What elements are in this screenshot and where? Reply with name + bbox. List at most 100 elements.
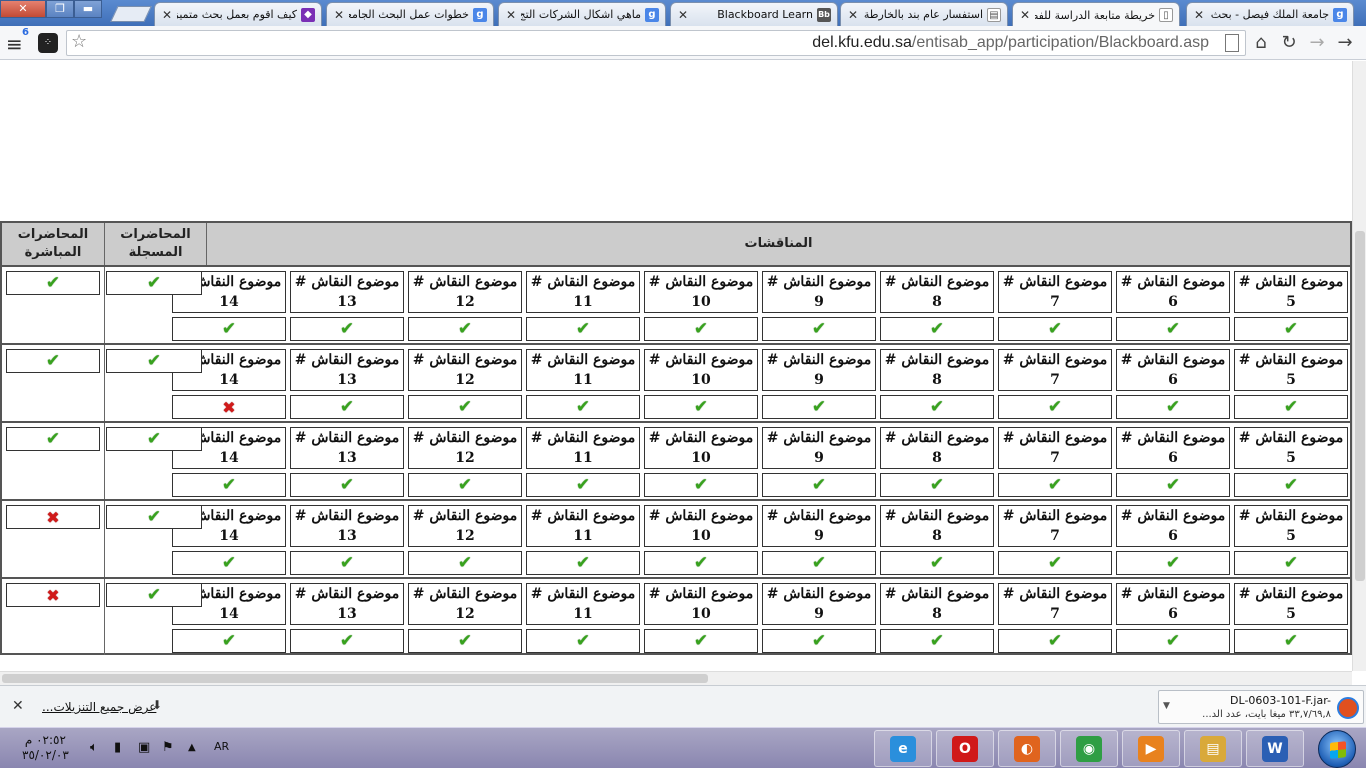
topic-status-cell: ✔ (1116, 629, 1230, 653)
topic-label: موضوع النقاش # 12 (412, 274, 518, 310)
action-center-icon[interactable]: ⚑ (162, 740, 174, 755)
topic-label-cell: موضوع النقاش # 5 (1234, 427, 1348, 469)
taskbar-app-chrome[interactable]: ◉ (1060, 730, 1118, 767)
device-icon[interactable]: ▣ (138, 740, 150, 755)
window-minimize-button[interactable]: ▬ (74, 0, 102, 18)
bookmark-star-icon[interactable]: ☆ (71, 31, 87, 52)
check-icon: ✔ (929, 475, 945, 495)
topic-label-cell: موضوع النقاش # 7 (998, 505, 1112, 547)
topic-label: موضوع النقاش # 13 (294, 430, 400, 466)
show-hidden-icons-icon[interactable]: ▲ (188, 742, 196, 753)
topic-label: موضوع النقاش # 6 (1120, 430, 1226, 466)
taskbar-app-explorer[interactable]: ▤ (1184, 730, 1242, 767)
taskbar-app-opera[interactable]: O (936, 730, 994, 767)
topic-label: موضوع النقاش # 10 (648, 508, 754, 544)
address-bar[interactable]: ☆ del.kfu.edu.sa/entisab_app/participati… (66, 30, 1246, 56)
participation-row: موضوع النقاش # 5 ✔ موضوع النقاش # 6 ✔ موضوع … (2, 265, 1350, 343)
window-maximize-button[interactable]: ❐ (46, 0, 74, 18)
forward-icon[interactable]: → (1306, 32, 1328, 54)
check-icon: ✔ (1283, 631, 1299, 651)
menu-badge: 6 (22, 27, 29, 38)
download-status: ٣٣,٧/٦٩,٨ ميغا بايت، عدد الد... (1202, 709, 1331, 720)
system-clock[interactable]: ٠٢:٥٢ م ٣٥/٠٢/٠٣ (22, 733, 69, 763)
show-all-downloads-link[interactable]: عرض جميع التنزيلات... (42, 700, 156, 714)
tab-kfu-search[interactable]: g جامعة الملك فيصل - بحث ع ✕ (1186, 2, 1354, 26)
tab-inquiry[interactable]: ▤ استفسار عام بند بالخارطة ✕ (840, 2, 1008, 26)
check-icon: ✔ (1165, 631, 1181, 651)
restore-icon: ❐ (55, 2, 65, 15)
tab-close-icon[interactable]: ✕ (1019, 8, 1031, 22)
taskbar-app-internet-explorer[interactable]: e (874, 730, 932, 767)
url-host: del.kfu.edu.sa (812, 34, 912, 51)
topic-label-cell: موضوع النقاش # 10 (644, 505, 758, 547)
tab-close-icon[interactable]: ✕ (333, 8, 345, 22)
volume-icon[interactable]: 🔈︎ (90, 740, 98, 755)
page-info-icon[interactable] (1225, 34, 1239, 52)
topic-status-cell: ✔ (408, 629, 522, 653)
network-icon[interactable]: ▮ (114, 740, 121, 755)
url-path: /entisab_app/participation/Blackboard.as… (911, 34, 1209, 51)
check-icon: ✔ (339, 397, 355, 417)
participation-row: موضوع النقاش # 5 ✔ موضوع النقاش # 6 ✔ موضوع … (2, 499, 1350, 577)
tab-study-map[interactable]: ▯ خريطة متابعة الدراسة للفص ✕ (1012, 2, 1180, 27)
tab-close-icon[interactable]: ✕ (161, 8, 173, 22)
topic-label: موضوع النقاش # 6 (1120, 508, 1226, 544)
check-icon: ✔ (457, 397, 473, 417)
topic-label: موضوع النقاش # 12 (412, 586, 518, 622)
topic-label-cell: موضوع النقاش # 12 (408, 583, 522, 625)
blackberry-extension-icon[interactable]: ⁘ (38, 33, 58, 53)
url-text[interactable]: del.kfu.edu.sa/entisab_app/participation… (812, 34, 1209, 52)
topic-label-cell: موضوع النقاش # 9 (762, 505, 876, 547)
topic-label: موضوع النقاش # 8 (884, 586, 990, 622)
check-icon: ✔ (339, 631, 355, 651)
tab-close-icon[interactable]: ✕ (505, 8, 517, 22)
live-status-cell: ✔ (6, 427, 100, 451)
vertical-scrollbar[interactable] (1352, 61, 1366, 671)
tab-research-steps[interactable]: g خطوات عمل البحث الجامعي ✕ (326, 2, 494, 26)
tab-close-icon[interactable]: ✕ (847, 8, 859, 22)
tab-strip: ✕ ❐ ▬ g جامعة الملك فيصل - بحث ع ✕ ▯ خري… (0, 0, 1366, 27)
clock-date: ٣٥/٠٢/٠٣ (22, 748, 69, 762)
chrome-icon: ◉ (1076, 735, 1102, 762)
tab-research-howto[interactable]: ◆ كيف اقوم بعمل بحث متميز ✕ (154, 2, 322, 26)
tab-close-icon[interactable]: ✕ (1193, 8, 1205, 22)
tab-company-forms[interactable]: g ماهي اشكال الشركات التج ✕ (498, 2, 666, 26)
check-icon: ✔ (575, 475, 591, 495)
start-button[interactable] (1318, 730, 1356, 768)
topic-label-cell: موضوع النقاش # 9 (762, 427, 876, 469)
topic-status-cell: ✔ (762, 629, 876, 653)
topic-label-cell: موضوع النقاش # 6 (1116, 427, 1230, 469)
close-icon[interactable]: ✕ (12, 698, 24, 714)
tab-close-icon[interactable]: ✕ (677, 8, 689, 22)
topic-label: موضوع النقاش # 10 (648, 430, 754, 466)
back-icon[interactable]: → (1334, 32, 1356, 54)
reload-icon[interactable]: ↻ (1278, 32, 1300, 54)
topic-label: موضوع النقاش # 7 (1002, 430, 1108, 466)
tab-blackboard[interactable]: Bb Blackboard Learn ✕ (670, 2, 838, 26)
topic-label-cell: موضوع النقاش # 5 (1234, 505, 1348, 547)
taskbar-app-media-player[interactable]: ▶ (1122, 730, 1180, 767)
tab-title: Blackboard Learn (717, 8, 813, 21)
home-icon[interactable]: ⌂ (1250, 32, 1272, 54)
topic-status-cell: ✔ (526, 317, 640, 341)
horizontal-scrollbar[interactable] (0, 671, 1352, 685)
window-close-button[interactable]: ✕ (0, 0, 46, 18)
menu-icon[interactable]: ≡ (6, 32, 23, 56)
google-icon: g (645, 7, 659, 22)
recorded-status-cell: ✔ (106, 271, 202, 295)
media-player-icon: ▶ (1138, 735, 1164, 762)
topic-label-cell: موضوع النقاش # 9 (762, 583, 876, 625)
language-indicator[interactable]: AR (214, 740, 229, 753)
vertical-scroll-thumb[interactable] (1355, 231, 1365, 581)
topic-label-cell: موضوع النقاش # 8 (880, 583, 994, 625)
taskbar-app-firefox[interactable]: ◐ (998, 730, 1056, 767)
topic-label: موضوع النقاش # 11 (530, 430, 636, 466)
live-status-cell: ✔ (6, 349, 100, 373)
horizontal-scroll-thumb[interactable] (2, 674, 708, 683)
tab-title: جامعة الملك فيصل - بحث ع (1209, 8, 1329, 21)
new-tab-button[interactable] (110, 6, 152, 22)
topic-label-cell: موضوع النقاش # 11 (526, 427, 640, 469)
download-item[interactable]: DL-0603-101-F.jar- ٣٣,٧/٦٩,٨ ميغا بايت، … (1158, 690, 1364, 724)
chevron-down-icon[interactable]: ▼ (1163, 701, 1170, 711)
taskbar-app-word[interactable]: W (1246, 730, 1304, 767)
